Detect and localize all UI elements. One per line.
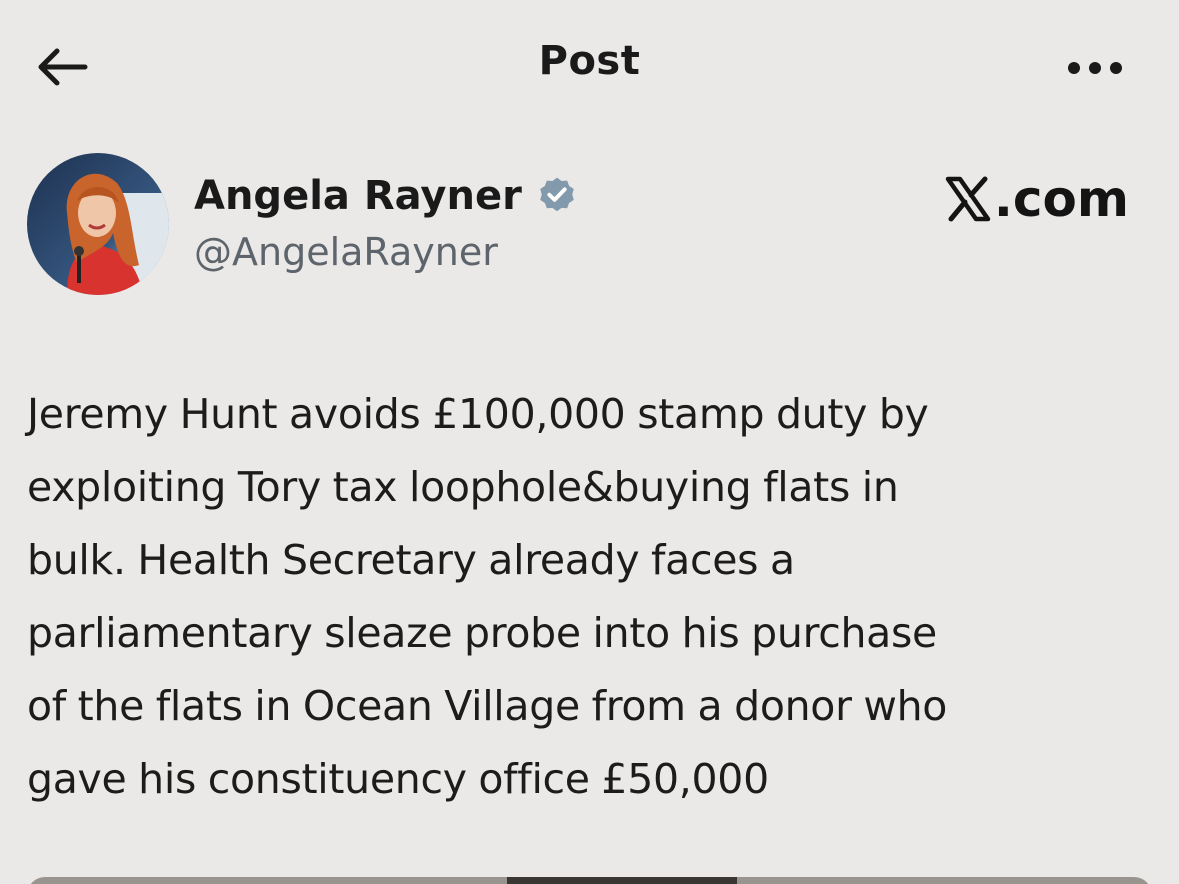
author-handle[interactable]: @AngelaRayner	[194, 230, 498, 274]
post-text-line: Jeremy Hunt avoids £100,000 stamp duty b…	[27, 390, 929, 438]
x-com-text: .com	[993, 170, 1129, 228]
author-name-row: Angela Rayner	[194, 168, 578, 224]
post-text-line: parliamentary sleaze probe into his purc…	[27, 609, 937, 657]
post-text-line: exploiting Tory tax loophole&buying flat…	[27, 463, 899, 511]
post-text-line: bulk. Health Secretary already faces a	[27, 536, 795, 584]
x-logo-icon	[945, 176, 991, 222]
post-text-line: gave his constituency office £50,000	[27, 755, 769, 803]
post-media-preview[interactable]	[27, 877, 1152, 884]
more-horizontal-icon	[1068, 62, 1122, 74]
more-options-button[interactable]	[1060, 48, 1130, 88]
post-text-line: of the flats in Ocean Village from a don…	[27, 682, 948, 730]
post-text: Jeremy Hunt avoids £100,000 stamp duty b…	[27, 378, 1157, 816]
author-name[interactable]: Angela Rayner	[194, 173, 522, 219]
verified-badge-icon	[536, 175, 578, 217]
avatar[interactable]	[27, 153, 169, 295]
x-com-watermark: .com	[944, 170, 1129, 228]
page-title: Post	[538, 38, 641, 84]
top-bar: Post	[0, 0, 1179, 130]
